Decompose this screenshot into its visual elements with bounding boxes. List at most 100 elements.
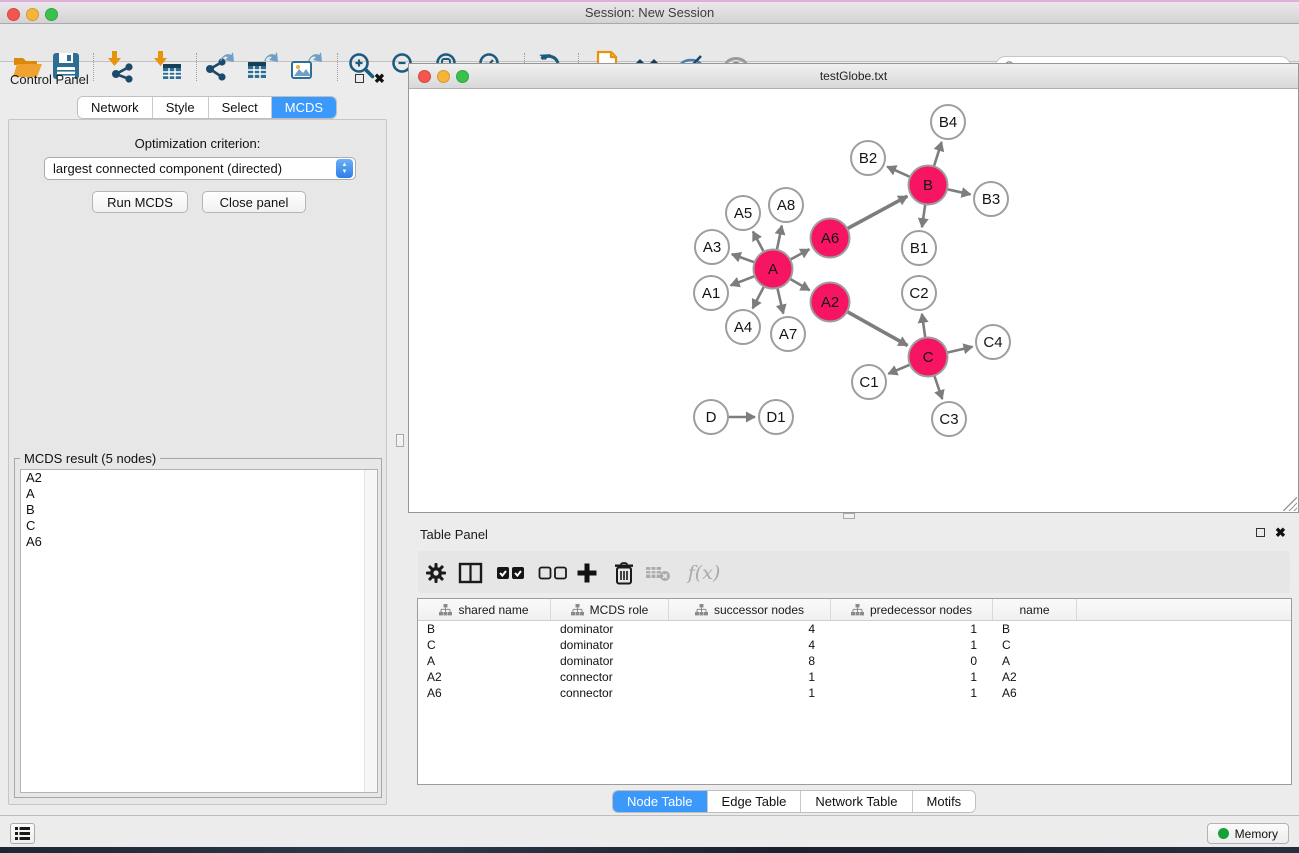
network-close-button[interactable]	[418, 70, 431, 83]
trash-icon	[612, 560, 636, 586]
function-builder-button[interactable]: f(x)	[682, 557, 726, 589]
table-cell: A2	[993, 670, 1077, 684]
table-cell: A2	[418, 670, 551, 684]
export-table-icon	[245, 49, 279, 83]
minimize-window-button[interactable]	[26, 8, 39, 21]
graph-node-label: C3	[939, 411, 958, 428]
table-row[interactable]: A6connector11A6	[418, 685, 1291, 701]
window-controls	[7, 8, 58, 21]
table-cell: B	[418, 622, 551, 636]
table-panel-title: Table Panel	[420, 526, 488, 544]
float-panel-icon[interactable]	[355, 74, 364, 83]
column-type-icon	[851, 604, 864, 616]
fx-icon: f(x)	[688, 562, 721, 584]
zoom-window-button[interactable]	[45, 8, 58, 21]
delete-column-button[interactable]	[608, 557, 640, 589]
import-network-button[interactable]	[103, 49, 139, 85]
criterion-dropdown[interactable]: largest connected component (directed) ▲…	[44, 157, 356, 180]
graph-node-label: C2	[909, 285, 928, 302]
result-list-item[interactable]: A2	[21, 470, 377, 486]
tab-network-table[interactable]: Network Table	[801, 791, 912, 812]
table-cell: 0	[831, 654, 993, 668]
result-scrollbar[interactable]	[364, 470, 377, 792]
table-row[interactable]: Bdominator41B	[418, 621, 1291, 637]
export-table-button[interactable]	[244, 49, 280, 85]
table-cell: A6	[418, 686, 551, 700]
tab-edge-table[interactable]: Edge Table	[708, 791, 802, 812]
column-type-icon	[571, 604, 584, 616]
table-panel-tabs: Node Table Edge Table Network Table Moti…	[612, 790, 976, 813]
graph-node-label: B2	[859, 150, 877, 167]
horizontal-splitter-handle[interactable]	[843, 513, 855, 519]
mcds-result-list[interactable]: A2ABCA6	[20, 469, 378, 793]
table-cell: dominator	[551, 638, 669, 652]
network-graph[interactable]: B4B2BB3A5A8A6A3B1AA1C2A2A4A7CC4C1C3DD1	[409, 89, 1298, 512]
table-cell: 4	[669, 622, 831, 636]
column-header-shared-name[interactable]: shared name	[418, 599, 551, 620]
table-settings-button[interactable]	[420, 557, 452, 589]
result-list-item[interactable]: A	[21, 486, 377, 502]
close-table-panel-icon[interactable]: ✖	[1275, 528, 1286, 537]
table-row[interactable]: Adominator80A	[418, 653, 1291, 669]
graph-node-label: B3	[982, 191, 1000, 208]
export-network-button[interactable]	[201, 49, 237, 85]
close-panel-icon[interactable]: ✖	[374, 74, 385, 83]
float-table-panel-icon[interactable]	[1256, 528, 1265, 537]
close-panel-button[interactable]: Close panel	[202, 191, 306, 213]
network-minimize-button[interactable]	[437, 70, 450, 83]
column-visibility-button[interactable]	[455, 557, 487, 589]
result-list-item[interactable]: B	[21, 502, 377, 518]
unselect-all-icon	[538, 563, 568, 583]
app-titlebar: Session: New Session	[0, 2, 1299, 24]
memory-status-icon	[1218, 828, 1229, 839]
network-window-title: testGlobe.txt	[409, 64, 1298, 89]
network-window-titlebar[interactable]: testGlobe.txt	[409, 64, 1298, 89]
tab-motifs[interactable]: Motifs	[913, 791, 976, 812]
table-cell: connector	[551, 686, 669, 700]
unselect-all-button[interactable]	[537, 557, 569, 589]
tab-select[interactable]: Select	[209, 97, 272, 118]
delete-table-button[interactable]	[643, 557, 675, 589]
network-canvas[interactable]: B4B2BB3A5A8A6A3B1AA1C2A2A4A7CC4C1C3DD1	[409, 89, 1298, 512]
tab-network[interactable]: Network	[78, 97, 153, 118]
graph-node-label: C	[923, 349, 934, 366]
add-column-button[interactable]	[571, 557, 603, 589]
window-resize-grip[interactable]	[1283, 497, 1297, 511]
column-header-predecessor-nodes[interactable]: predecessor nodes	[831, 599, 993, 620]
tab-mcds[interactable]: MCDS	[272, 97, 336, 118]
table-row[interactable]: Cdominator41C	[418, 637, 1291, 653]
table-row[interactable]: A2connector11A2	[418, 669, 1291, 685]
import-table-icon	[150, 49, 184, 83]
column-header-successor-nodes[interactable]: successor nodes	[669, 599, 831, 620]
graph-node-label: C1	[859, 374, 878, 391]
run-mcds-button[interactable]: Run MCDS	[92, 191, 188, 213]
column-header-name[interactable]: name	[993, 599, 1077, 620]
table-cell: 1	[831, 622, 993, 636]
import-table-button[interactable]	[149, 49, 185, 85]
memory-button[interactable]: Memory	[1207, 823, 1289, 844]
show-task-history-button[interactable]	[10, 823, 35, 844]
export-image-icon	[289, 49, 323, 83]
result-list-item[interactable]: C	[21, 518, 377, 534]
select-all-button[interactable]	[495, 557, 527, 589]
table-cell: dominator	[551, 622, 669, 636]
graph-node-label: A4	[734, 319, 752, 336]
table-cell: 1	[831, 638, 993, 652]
tab-style[interactable]: Style	[153, 97, 209, 118]
column-header-mcds-role[interactable]: MCDS role	[551, 599, 669, 620]
select-all-icon	[496, 563, 526, 583]
graph-node-label: B	[923, 177, 933, 194]
export-image-button[interactable]	[288, 49, 324, 85]
result-list-item[interactable]: A6	[21, 534, 377, 550]
graph-node-label: D	[706, 409, 717, 426]
tab-node-table[interactable]: Node Table	[613, 791, 708, 812]
mcds-result-title: MCDS result (5 nodes)	[20, 451, 160, 466]
graph-node-label: C4	[983, 334, 1002, 351]
network-window-controls	[418, 70, 469, 83]
close-window-button[interactable]	[7, 8, 20, 21]
column-type-icon	[695, 604, 708, 616]
import-network-icon	[104, 49, 138, 83]
graph-node-label: D1	[766, 409, 785, 426]
vertical-splitter-handle[interactable]	[396, 434, 404, 447]
network-zoom-button[interactable]	[456, 70, 469, 83]
